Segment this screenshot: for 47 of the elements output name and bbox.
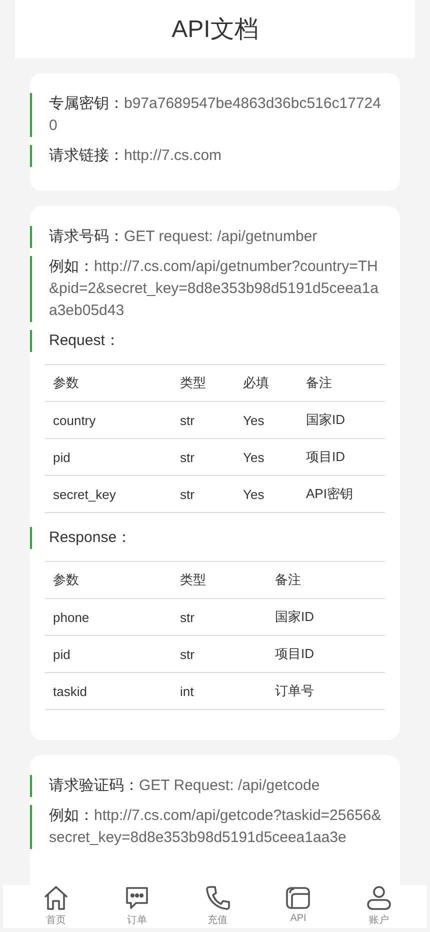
table-cell-text: 国家ID xyxy=(306,411,346,429)
wallet-icon xyxy=(285,885,312,911)
table-cell-text: API密钥 xyxy=(306,485,354,503)
column-header: 备注 xyxy=(275,571,302,589)
table-cell-text: country xyxy=(53,412,97,428)
table-cell-text: phone xyxy=(53,610,90,624)
info-line: 例如：http://7.cs.com/api/getcode?taskid=25656&secret_key=8d8e353b98d5191d5ceea1aa3e xyxy=(30,805,385,849)
info-line: 请求号码：GET request: /api/getnumber xyxy=(30,226,385,248)
table-cell-text: 国家ID xyxy=(275,608,315,626)
table-cell-text: 订单号 xyxy=(275,682,315,700)
table-cell-text: str xyxy=(180,450,196,464)
home-icon xyxy=(43,885,69,911)
column-header: 参数 xyxy=(53,571,80,589)
info-line: 例如：http://7.cs.com/api/getnumber?country=TH&pid=2&secret_key=8d8e353b98d5191d5ceea1aa3eb05d43 xyxy=(30,256,385,322)
column-header: 类型 xyxy=(180,571,207,589)
table-cell-text: 项目ID xyxy=(306,448,346,466)
table-cell-text: str xyxy=(180,412,196,428)
chat-icon xyxy=(124,885,150,911)
table-cell-text: Yes xyxy=(243,412,266,428)
table-cell-text: pid xyxy=(53,450,72,464)
table-cell-text: int xyxy=(180,684,195,698)
table-cell-text: pid xyxy=(53,646,72,662)
table-cell-text: Yes xyxy=(243,486,266,502)
table-cell-text: 项目ID xyxy=(275,645,315,663)
table-cell-text: Yes xyxy=(243,450,266,464)
info-line: 请求链接：http://7.cs.com xyxy=(30,145,385,167)
info-line: 请求验证码：GET Request: /api/getcode xyxy=(30,775,385,797)
nav-tab[interactable]: API xyxy=(285,885,312,928)
column-header: 必填 xyxy=(243,374,270,392)
table-cell-text: str xyxy=(180,610,196,624)
column-header: 参数 xyxy=(53,374,80,392)
section-heading: Response： xyxy=(30,527,385,549)
table-cell-text: str xyxy=(180,646,196,662)
table-cell-text: str xyxy=(180,486,196,502)
nav-tab[interactable]: 订单 xyxy=(124,885,150,928)
info-line: 专属密钥：b97a7689547be4863d36bc516c177240 xyxy=(30,93,385,137)
user-icon xyxy=(366,885,392,911)
table-cell-text: secret_key xyxy=(53,486,117,502)
nav-tab[interactable]: 首页 xyxy=(43,885,69,928)
page-title: API文档 xyxy=(172,15,258,45)
phone-icon xyxy=(204,885,230,911)
column-header: 类型 xyxy=(180,374,207,392)
column-header: 备注 xyxy=(306,374,333,392)
table-cell-text: taskid xyxy=(53,684,88,698)
nav-tab[interactable]: 账户 xyxy=(366,885,392,928)
section-heading: Request： xyxy=(30,330,385,352)
nav-tab[interactable]: 充值 xyxy=(204,885,230,928)
